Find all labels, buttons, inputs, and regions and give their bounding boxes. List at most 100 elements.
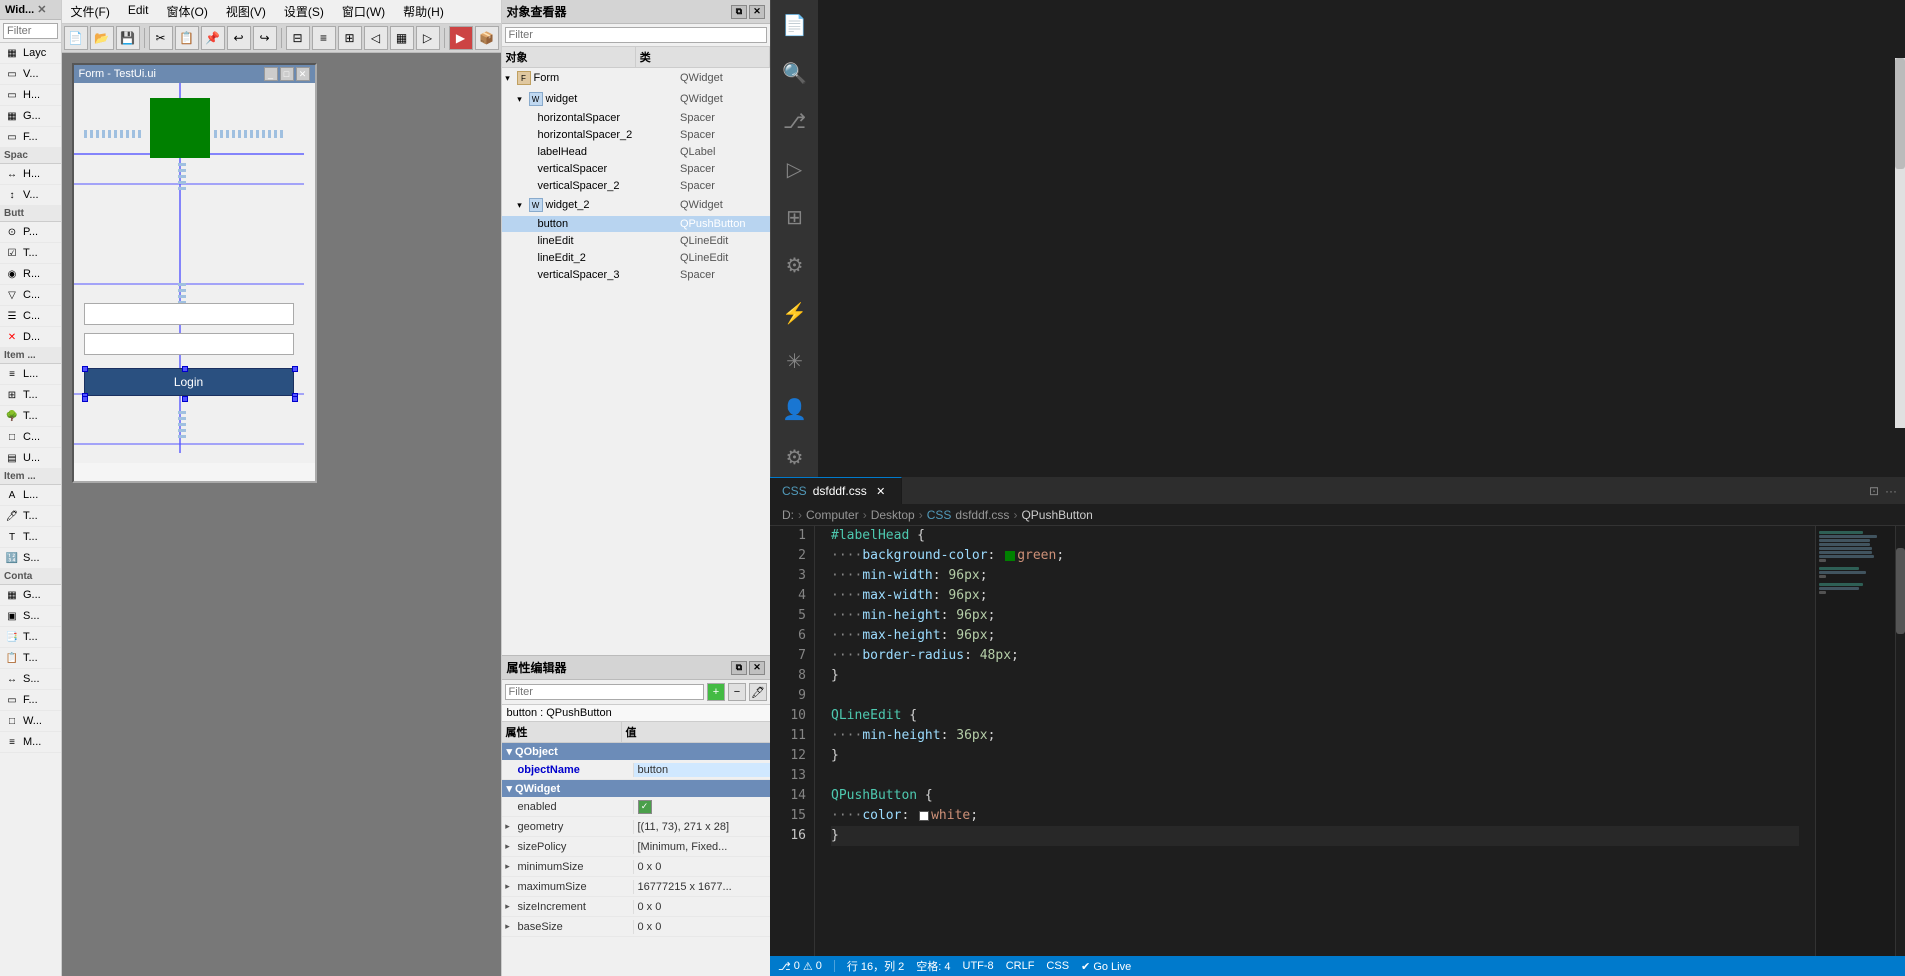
tree-expand-form[interactable]: ▾ <box>502 72 514 84</box>
menu-form[interactable]: 窗体(O) <box>163 2 212 21</box>
property-filter-input[interactable] <box>505 684 705 700</box>
toolbox-item-s3[interactable]: ↔ S... <box>0 669 61 690</box>
vscode-split-editor-icon[interactable]: ⊡ <box>1869 484 1879 498</box>
status-eol[interactable]: CRLF <box>1006 960 1035 972</box>
toolbar-layout3[interactable]: ⊞ <box>338 26 362 50</box>
property-editor-float-button[interactable]: ⧉ <box>731 661 747 675</box>
menu-edit[interactable]: Edit <box>124 2 153 21</box>
status-git[interactable]: ⎇ 0 ⚠ 0 <box>778 960 822 973</box>
tree-item-vspacer2[interactable]: ▸ verticalSpacer_2 Spacer <box>502 178 771 195</box>
tree-expand-widget[interactable]: ▾ <box>514 93 526 105</box>
object-inspector-filter-input[interactable] <box>505 27 768 43</box>
activity-search-icon[interactable]: 🔍 <box>775 53 815 93</box>
toolbox-item-m[interactable]: ≡ M... <box>0 732 61 753</box>
toolbox-item-t6[interactable]: 📑 T... <box>0 627 61 648</box>
activity-account-icon[interactable]: 👤 <box>775 389 815 429</box>
toolbar-preview[interactable]: ▶ <box>449 26 473 50</box>
prop-expand-basesize[interactable]: ▸ <box>502 921 514 932</box>
property-group-qwidget[interactable]: ▾ QWidget <box>502 780 771 797</box>
toolbar-layout2[interactable]: ≡ <box>312 26 336 50</box>
activity-debug-icon[interactable]: ▷ <box>775 149 815 189</box>
tree-item-form[interactable]: ▾ F Form QWidget <box>502 68 771 89</box>
status-line-col[interactable]: 行 16，列 2 <box>847 958 904 974</box>
toolbar-new[interactable]: 📄 <box>64 26 88 50</box>
toolbar-redo[interactable]: ↪ <box>253 26 277 50</box>
status-encoding[interactable]: UTF-8 <box>963 960 994 972</box>
toolbox-item-t3[interactable]: 🌳 T... <box>0 406 61 427</box>
object-inspector-close-button[interactable]: ✕ <box>749 5 765 19</box>
menu-file[interactable]: 文件(F) <box>67 2 114 21</box>
vscode-more-actions-icon[interactable]: ··· <box>1885 484 1897 498</box>
toolbox-item-p[interactable]: ⊙ P... <box>0 222 61 243</box>
prop-value-enabled[interactable]: ✓ <box>634 799 771 815</box>
toolbox-item-t7[interactable]: 📋 T... <box>0 648 61 669</box>
object-tree-scrollbar[interactable] <box>1895 58 1905 428</box>
toolbox-item-w[interactable]: □ W... <box>0 711 61 732</box>
toolbox-item-l2[interactable]: A L... <box>0 485 61 506</box>
tree-item-hspacer2[interactable]: ▸ horizontalSpacer_2 Spacer <box>502 127 771 144</box>
toolbox-filter-input[interactable] <box>3 23 58 39</box>
object-inspector-float-button[interactable]: ⧉ <box>731 5 747 19</box>
activity-extensions-icon[interactable]: ⊞ <box>775 197 815 237</box>
prop-expand-sizepolicy[interactable]: ▸ <box>502 841 514 852</box>
toolbox-item-g[interactable]: ▦ G... <box>0 106 61 127</box>
line-edit-1[interactable] <box>84 303 294 325</box>
toolbox-item-v[interactable]: ▭ V... <box>0 64 61 85</box>
tree-item-lineedit2[interactable]: ▸ lineEdit_2 QLineEdit <box>502 250 771 267</box>
menu-window[interactable]: 窗口(W) <box>338 2 389 21</box>
toolbar-open[interactable]: 📂 <box>90 26 114 50</box>
toolbox-item-t5[interactable]: T T... <box>0 527 61 548</box>
form-minimize-button[interactable]: _ <box>264 67 278 81</box>
form-maximize-button[interactable]: □ <box>280 67 294 81</box>
toolbar-undo[interactable]: ↩ <box>227 26 251 50</box>
toolbar-cut[interactable]: ✂ <box>149 26 173 50</box>
toolbox-item-u[interactable]: ▤ U... <box>0 448 61 469</box>
status-live[interactable]: ✔ Go Live <box>1081 960 1131 973</box>
prop-expand-maximumsize[interactable]: ▸ <box>502 881 514 892</box>
toolbar-layout1[interactable]: ⊟ <box>286 26 310 50</box>
toolbox-item-t1[interactable]: ☑ T... <box>0 243 61 264</box>
toolbox-item-f[interactable]: ▭ F... <box>0 127 61 148</box>
activity-files-icon[interactable]: 📄 <box>775 5 815 45</box>
menu-help[interactable]: 帮助(H) <box>399 2 448 21</box>
toolbox-item-s1[interactable]: 🔢 S... <box>0 548 61 569</box>
vscode-tab-close[interactable]: ✕ <box>873 483 889 499</box>
toolbar-save[interactable]: 💾 <box>116 26 140 50</box>
tree-expand-widget2[interactable]: ▾ <box>514 199 526 211</box>
tree-item-widget2[interactable]: ▾ W widget_2 QWidget <box>502 195 771 216</box>
status-spaces[interactable]: 空格: 4 <box>916 958 950 974</box>
vscode-tab-dsfddf[interactable]: CSS dsfddf.css ✕ <box>770 477 902 504</box>
line-edit-2[interactable] <box>84 333 294 355</box>
breadcrumb-desktop[interactable]: Desktop <box>871 508 915 522</box>
toolbox-item-l1[interactable]: ≡ L... <box>0 364 61 385</box>
toolbox-item-c3[interactable]: □ C... <box>0 427 61 448</box>
prop-expand-minimumsize[interactable]: ▸ <box>502 861 514 872</box>
login-button[interactable]: Login <box>84 368 294 396</box>
property-group-qobject[interactable]: ▾ QObject <box>502 743 771 760</box>
status-language[interactable]: CSS <box>1046 960 1069 972</box>
toolbox-item-s2[interactable]: ▣ S... <box>0 606 61 627</box>
toolbar-layout6[interactable]: ▷ <box>416 26 440 50</box>
toolbar-resources[interactable]: 📦 <box>475 26 499 50</box>
enabled-checkbox[interactable]: ✓ <box>638 800 652 814</box>
toolbox-item-c1[interactable]: ▽ C... <box>0 285 61 306</box>
toolbox-item-h2[interactable]: ↔ H... <box>0 164 61 185</box>
tree-item-button[interactable]: ▸ button QPushButton <box>502 216 771 233</box>
prop-expand-sizeincrement[interactable]: ▸ <box>502 901 514 912</box>
property-remove-button[interactable]: − <box>728 683 746 701</box>
toolbox-item-layout[interactable]: ▦ Layc <box>0 43 61 64</box>
toolbox-item-t4[interactable]: 🖊 T... <box>0 506 61 527</box>
toolbox-item-c2[interactable]: ☰ C... <box>0 306 61 327</box>
tree-item-lineedit1[interactable]: ▸ lineEdit QLineEdit <box>502 233 771 250</box>
activity-remote-icon[interactable]: ⚙ <box>775 245 815 285</box>
tree-item-widget[interactable]: ▾ W widget QWidget <box>502 89 771 110</box>
breadcrumb-selector[interactable]: QPushButton <box>1021 508 1092 522</box>
activity-live-icon[interactable]: ⚡ <box>775 293 815 333</box>
breadcrumb-file[interactable]: dsfddf.css <box>955 508 1009 522</box>
property-edit-button[interactable]: 🖊 <box>749 683 767 701</box>
activity-git-icon[interactable]: ⎇ <box>775 101 815 141</box>
prop-expand-geometry[interactable]: ▸ <box>502 821 514 832</box>
toolbox-item-v2[interactable]: ↕ V... <box>0 185 61 206</box>
toolbox-item-g2[interactable]: ▦ G... <box>0 585 61 606</box>
toolbox-item-t2[interactable]: ⊞ T... <box>0 385 61 406</box>
